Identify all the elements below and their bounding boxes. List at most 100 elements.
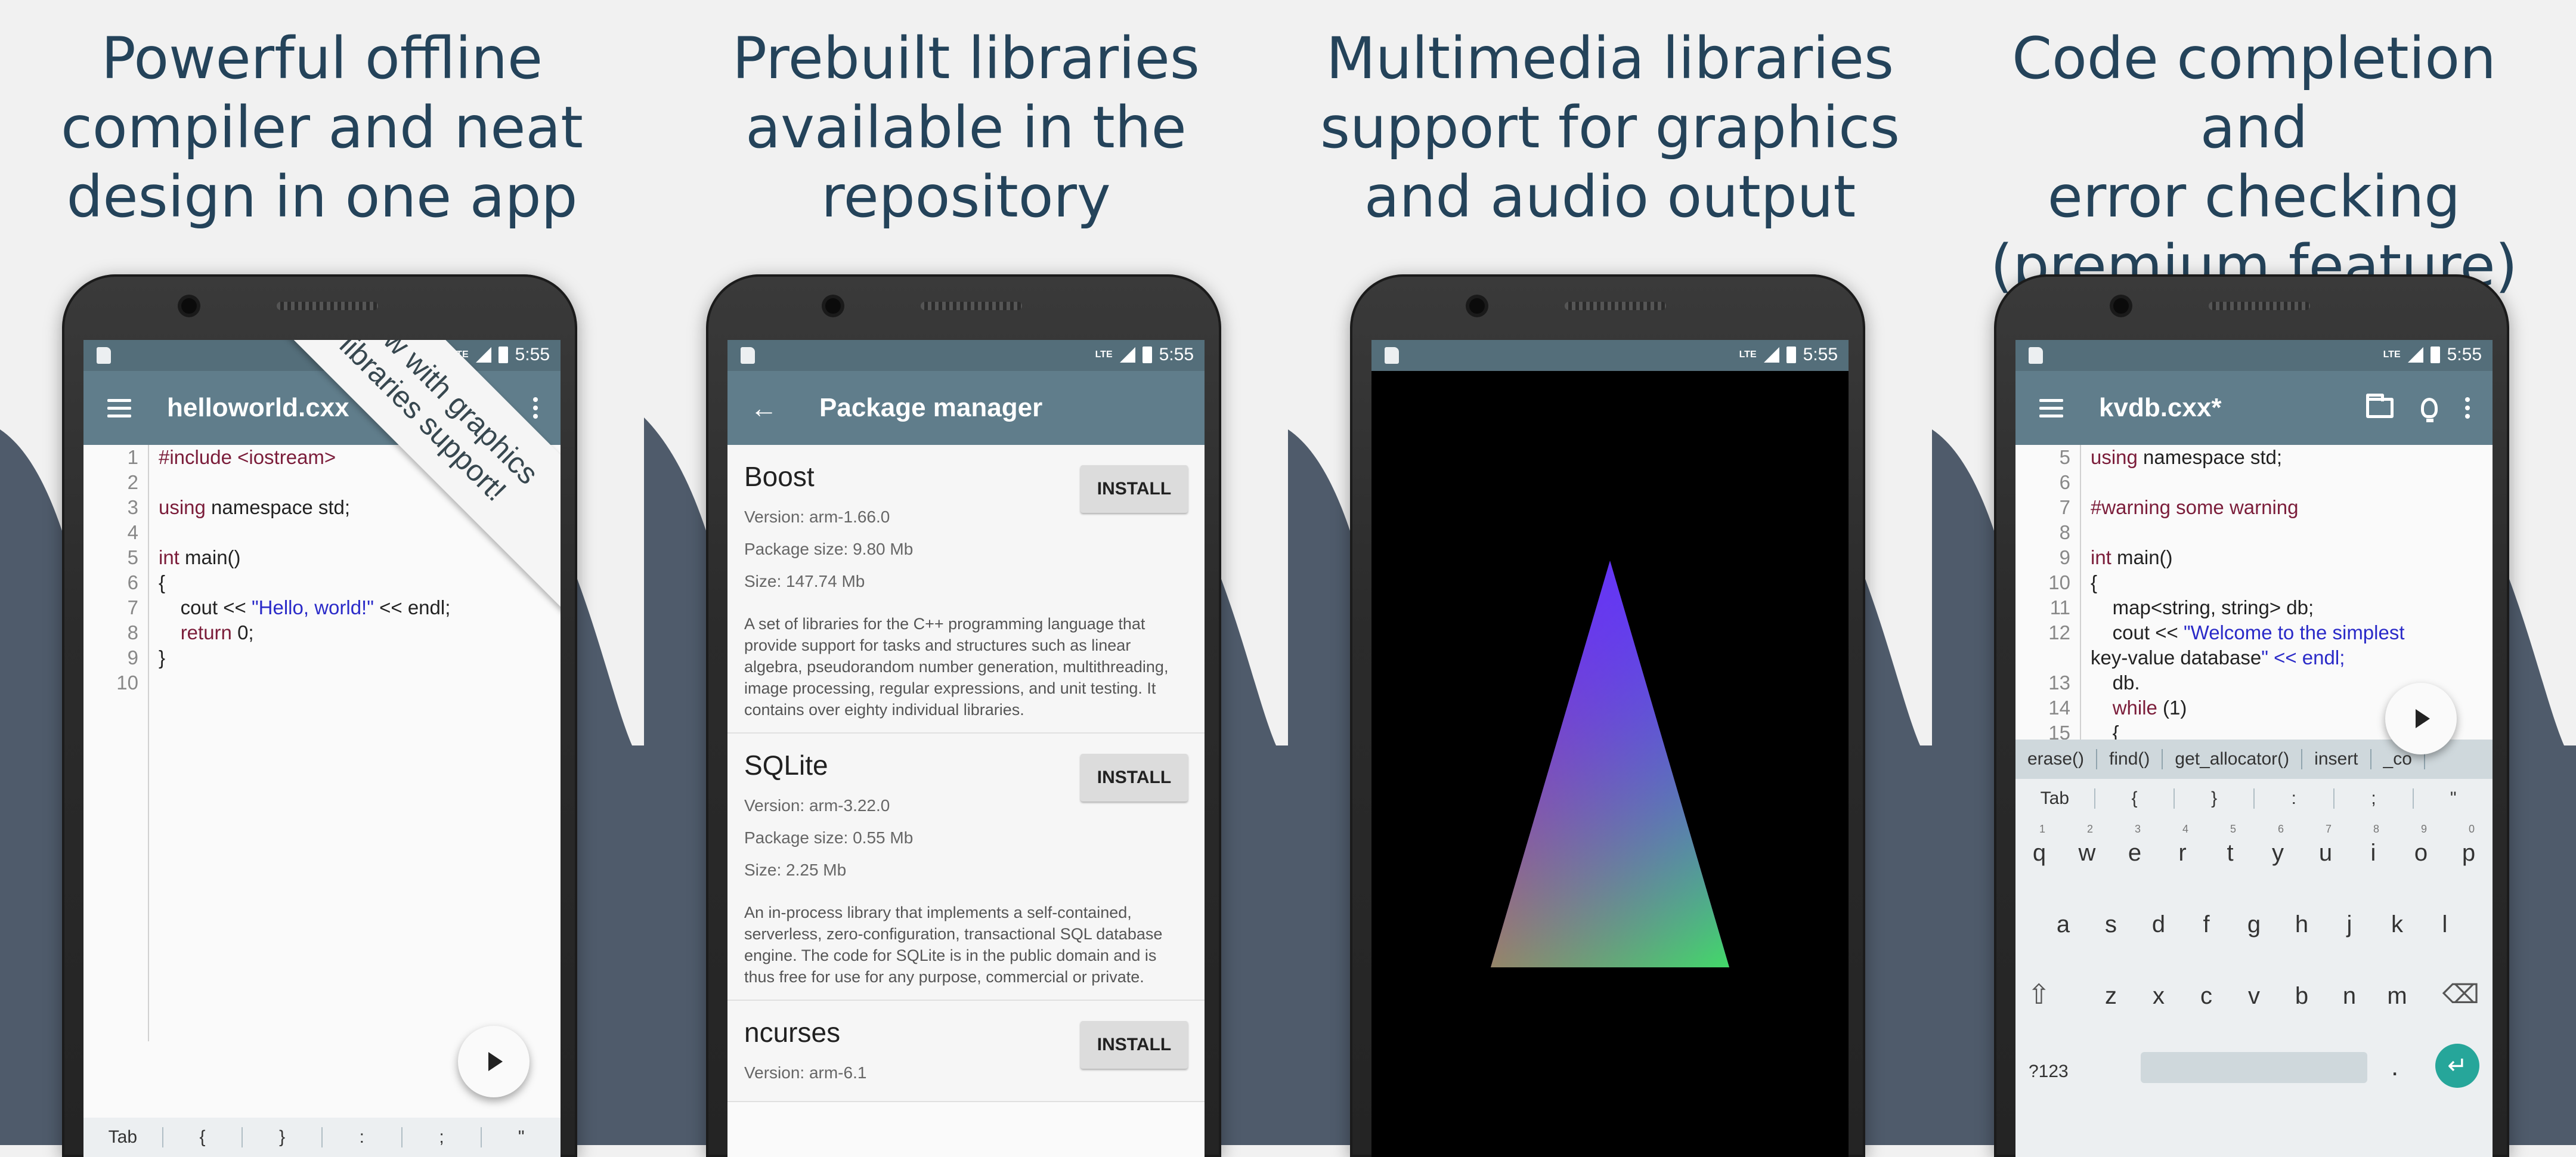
keyword: using	[2091, 446, 2138, 468]
line-number: 10	[116, 672, 138, 694]
key-digit-hint: 2	[2087, 823, 2094, 835]
symbol-key[interactable]: }	[243, 1127, 323, 1147]
symbol-bar: Tab{}:; "	[83, 1118, 561, 1157]
install-button[interactable]: INSTALL	[1080, 465, 1188, 513]
keyboard-key[interactable]: v	[2230, 983, 2278, 1010]
symbol-key[interactable]: "	[482, 1127, 561, 1147]
sd-card-icon	[1385, 347, 1399, 364]
backspace-key-icon[interactable]: ⌫	[2442, 979, 2479, 1010]
keyboard-key[interactable]: p0	[2445, 823, 2493, 867]
symbol-key[interactable]: ;	[2334, 788, 2414, 809]
phone-screen: LTE 5:55 helloworld.cxx 12345678910 #inc…	[83, 340, 561, 1157]
status-bar: LTE 5:55	[1371, 340, 1849, 371]
code-line: int main()	[2091, 546, 2173, 568]
lightbulb-icon[interactable]	[2421, 398, 2438, 422]
install-button[interactable]: INSTALL	[1080, 1021, 1188, 1069]
completion-suggestion[interactable]: insert	[2302, 749, 2371, 769]
page-title: Package manager	[819, 393, 1043, 422]
key-digit-hint: 9	[2421, 823, 2428, 835]
line-number: 3	[127, 496, 138, 518]
more-options-icon[interactable]	[2465, 397, 2470, 419]
code-token: {	[159, 571, 166, 593]
run-button[interactable]	[458, 1026, 530, 1097]
phone-screen: LTE 5:55 kvdb.cxx* 5 6 7 8 9 10 11 12 13 14 15 usi…	[2015, 340, 2493, 1157]
more-options-icon[interactable]	[533, 397, 538, 419]
period-key[interactable]: .	[2391, 1052, 2398, 1082]
keyboard-key[interactable]: q1	[2015, 823, 2063, 867]
headline: Powerful offline compiler and neat desig…	[24, 24, 620, 231]
sd-card-icon	[2029, 347, 2043, 364]
symbol-key[interactable]: ;	[402, 1127, 482, 1147]
shift-key-icon[interactable]: ⇧	[2027, 978, 2051, 1010]
hamburger-menu-icon[interactable]	[107, 394, 131, 422]
keyboard-key[interactable]: g	[2230, 911, 2278, 938]
headline-line: and audio output	[1364, 163, 1856, 230]
key-digit-hint: 8	[2373, 823, 2380, 835]
keyboard-key[interactable]: r4	[2159, 823, 2206, 867]
line-number: 6	[2059, 471, 2070, 493]
keyboard-key[interactable]: k	[2373, 911, 2421, 938]
keyboard-key[interactable]: b	[2278, 983, 2326, 1010]
install-button[interactable]: INSTALL	[1080, 754, 1188, 802]
code-editor[interactable]: 1 2 3 4 5 6 7 8 9 10 #include <iostream> using nam…	[83, 445, 561, 1077]
back-arrow-icon[interactable]: ←	[750, 392, 778, 424]
line-number: 1	[127, 446, 138, 468]
keyboard-key[interactable]: f	[2182, 911, 2230, 938]
symbol-key[interactable]: {	[163, 1127, 243, 1147]
keyboard-key[interactable]: a	[2039, 911, 2087, 938]
symbol-key[interactable]: "	[2414, 788, 2493, 809]
keyboard-key[interactable]: s	[2087, 911, 2135, 938]
keyboard-key[interactable]: t5	[2206, 823, 2254, 867]
keyboard-key[interactable]: y6	[2254, 823, 2302, 867]
symbol-key[interactable]: {	[2095, 788, 2175, 809]
keyword: int	[159, 546, 179, 568]
keyboard-key[interactable]: o9	[2397, 823, 2445, 867]
headline-line: compiler and neat	[61, 94, 583, 161]
package-package-size: Package size: 9.80 Mb	[744, 540, 914, 558]
enter-key-icon[interactable]: ↵	[2435, 1044, 2479, 1088]
symbol-key[interactable]: Tab	[83, 1127, 163, 1147]
completion-suggestion[interactable]: erase()	[2015, 749, 2098, 769]
keyboard-key[interactable]: e3	[2111, 823, 2159, 867]
keyboard-key[interactable]: j	[2326, 911, 2373, 938]
code-token: int main()	[159, 546, 241, 568]
keyboard-row: zxcvbnm	[2015, 983, 2493, 1010]
keyboard-key[interactable]: c	[2182, 983, 2230, 1010]
key-digit-hint: 5	[2230, 823, 2237, 835]
keyboard-key[interactable]: n	[2326, 983, 2373, 1010]
headline-line: repository	[821, 163, 1111, 230]
symbols-key[interactable]: ?123	[2029, 1062, 2069, 1082]
space-key[interactable]	[2141, 1052, 2367, 1083]
hamburger-menu-icon[interactable]	[2039, 394, 2063, 422]
completion-suggestion[interactable]: find()	[2097, 749, 2163, 769]
line-number: 11	[2049, 596, 2070, 618]
keyboard-key[interactable]: x	[2135, 983, 2182, 1010]
keyboard-key[interactable]: w2	[2063, 823, 2111, 867]
headline-line: support for graphics	[1320, 94, 1900, 161]
keyboard-key[interactable]: l	[2421, 911, 2469, 938]
folder-icon[interactable]	[2366, 394, 2394, 418]
soft-keyboard: q1w2e3r4t5y6u7i8o9p0 asdfghjkl zxcvbnm ⇧…	[2015, 818, 2493, 1157]
code-token: using namespace std;	[159, 496, 351, 518]
line-number-gutter: 5 6 7 8 9 10 11 12 13 14 15	[2015, 445, 2081, 740]
key-digit-hint: 7	[2326, 823, 2332, 835]
keyboard-key[interactable]: i8	[2349, 823, 2397, 867]
speaker-grille	[921, 302, 1022, 310]
completion-suggestion[interactable]: get_allocator()	[2163, 749, 2303, 769]
keyboard-key[interactable]: d	[2135, 911, 2182, 938]
keyboard-key[interactable]: m	[2373, 983, 2421, 1010]
keyboard-row: q1w2e3r4t5y6u7i8o9p0	[2015, 823, 2493, 867]
symbol-key[interactable]: :	[2255, 788, 2334, 809]
symbol-key[interactable]: }	[2175, 788, 2255, 809]
keyboard-key[interactable]: z	[2087, 983, 2135, 1010]
symbol-key[interactable]: :	[323, 1127, 402, 1147]
headline-line: design in one app	[66, 163, 578, 230]
key-digit-hint: 1	[2039, 823, 2046, 835]
symbol-key[interactable]: Tab	[2015, 788, 2095, 809]
keyboard-key[interactable]: h	[2278, 911, 2326, 938]
keyboard-key[interactable]: u7	[2302, 823, 2349, 867]
run-button[interactable]	[2385, 683, 2457, 754]
signal-icon	[475, 347, 491, 363]
